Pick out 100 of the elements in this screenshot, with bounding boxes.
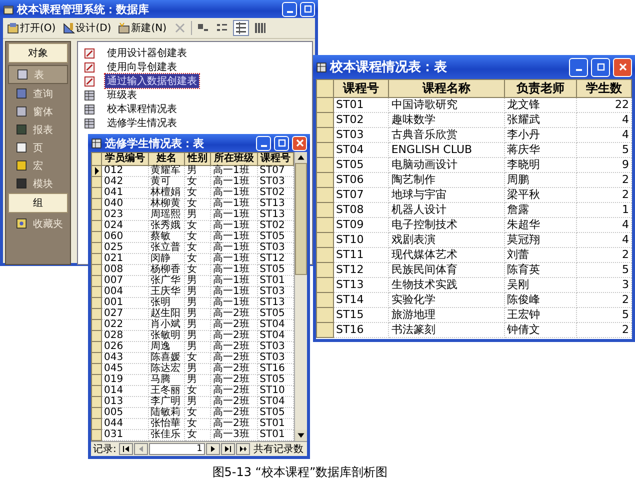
- table-cell: 林檀娟: [148, 188, 184, 198]
- maximize-button[interactable]: [591, 58, 610, 76]
- list-view-button[interactable]: [232, 20, 248, 36]
- select-all-button[interactable]: [316, 80, 334, 98]
- close-button[interactable]: [292, 136, 307, 150]
- table-cell: 男: [184, 342, 210, 352]
- table-cell: 019: [102, 374, 148, 386]
- table-cell: 001: [102, 298, 148, 308]
- table-cell: 男: [184, 374, 210, 386]
- table-cell: 李小丹: [504, 128, 576, 142]
- table-list-item[interactable]: 校本课程情况表: [84, 102, 306, 116]
- maximize-button[interactable]: [274, 136, 289, 150]
- table-cell: 高一2班: [210, 374, 258, 386]
- table-cell: ST15: [334, 308, 389, 322]
- previous-record-icon: [137, 445, 146, 453]
- table-list-item[interactable]: 通过输入数据创建表: [84, 74, 306, 88]
- table-cell: 戏剧表演: [388, 232, 505, 248]
- table-cell: ST06: [334, 172, 389, 188]
- column-header[interactable]: 负责老师: [504, 80, 576, 98]
- table-cell: 周逸: [148, 342, 184, 352]
- scroll-down-icon[interactable]: [295, 430, 307, 441]
- scrollbar[interactable]: [294, 152, 307, 441]
- table-cell: ST01: [334, 98, 389, 112]
- column-header[interactable]: 学员编号: [102, 152, 148, 166]
- objects-header[interactable]: 对象: [8, 43, 68, 63]
- details-view-icon: [254, 22, 266, 34]
- column-header[interactable]: 课程名称: [388, 80, 505, 98]
- groups-header[interactable]: 组: [8, 193, 68, 213]
- table-cell: 实验化学: [388, 292, 505, 308]
- table-cell: 女: [184, 408, 210, 418]
- table-cell: 高一2班: [210, 330, 258, 342]
- window-title: 选修学生情况表：表: [105, 136, 204, 150]
- table-cell: 男: [184, 330, 210, 342]
- table-cell: 高一2班: [210, 352, 258, 364]
- table-cell: 5: [576, 142, 632, 158]
- table-cell: 高一1班: [210, 298, 258, 308]
- new-button[interactable]: 新建(N): [116, 21, 168, 35]
- column-header[interactable]: 课程号: [257, 152, 294, 166]
- table-cell: 陈育英: [504, 262, 576, 278]
- table-cell: 004: [102, 286, 148, 298]
- scroll-up-icon[interactable]: [295, 152, 307, 163]
- minimize-button[interactable]: [282, 2, 297, 16]
- maximize-button[interactable]: [300, 2, 315, 16]
- table-cell: 4: [576, 232, 632, 248]
- column-header[interactable]: 姓名: [148, 152, 184, 166]
- table-cell: 闵静: [148, 254, 184, 264]
- new-icon: [118, 22, 130, 34]
- table-icon: [84, 104, 95, 114]
- close-button[interactable]: [613, 58, 632, 76]
- table-cell: 男: [184, 308, 210, 320]
- record-number-field[interactable]: 1: [149, 443, 206, 455]
- column-header[interactable]: 性别: [184, 152, 210, 166]
- maximize-icon: [276, 138, 286, 148]
- next-record-icon: [209, 445, 218, 453]
- wizard-icon: [84, 62, 95, 72]
- row-selector[interactable]: [92, 166, 102, 176]
- table-cell: 机器人设计: [388, 202, 505, 218]
- table-list-item[interactable]: 班级表: [84, 88, 306, 102]
- table-cell: 高一1班: [210, 286, 258, 298]
- column-header[interactable]: 学生数: [576, 80, 632, 98]
- database-icon: [3, 4, 14, 14]
- table-cell: 古典音乐欣赏: [388, 128, 505, 142]
- table-cell: 4: [576, 112, 632, 128]
- table-cell: 高一2班: [210, 320, 258, 330]
- column-header[interactable]: 所在班级: [210, 152, 258, 166]
- column-header[interactable]: 课程号: [334, 80, 389, 98]
- design-icon: [62, 22, 75, 34]
- table-cell: 女: [184, 176, 210, 188]
- table-cell: 中国诗歌研究: [388, 98, 505, 112]
- design-button[interactable]: 设计(D): [60, 21, 114, 35]
- table-cell: 女: [184, 352, 210, 364]
- table-list-item[interactable]: 使用设计器创建表: [84, 46, 306, 60]
- wizard-icon: [84, 48, 95, 58]
- table-cell: 高一1班: [210, 166, 258, 176]
- table-cell: 高一1班: [210, 176, 258, 188]
- new-record-button[interactable]: [236, 443, 250, 455]
- table-cell: 013: [102, 396, 148, 408]
- first-record-button[interactable]: [119, 443, 134, 455]
- last-record-button[interactable]: [221, 443, 236, 455]
- table-cell: 2: [576, 172, 632, 188]
- table-cell: 高一1班: [210, 254, 258, 264]
- table-cell: 蔡敏: [148, 232, 184, 242]
- table-cell: 022: [102, 320, 148, 330]
- open-button[interactable]: 打开(O): [5, 21, 58, 35]
- table-cell: 2: [576, 188, 632, 202]
- minimize-button[interactable]: [569, 58, 588, 76]
- table-cell: 014: [102, 386, 148, 396]
- table-cell: 2: [576, 248, 632, 262]
- next-record-button[interactable]: [206, 443, 220, 455]
- table-cell: 钟倩文: [504, 322, 576, 338]
- table-cell: 060: [102, 232, 148, 242]
- small-view-icon: [216, 22, 228, 34]
- table-list-item[interactable]: 使用向导创建表: [84, 60, 306, 74]
- first-record-icon: [122, 445, 130, 453]
- form-icon: [16, 106, 27, 117]
- table-cell: 男: [184, 276, 210, 286]
- minimize-button[interactable]: [256, 136, 271, 150]
- table-list-item[interactable]: 选修学生情况表: [84, 116, 306, 130]
- table-cell: 5: [576, 262, 632, 278]
- table-cell: 陈喜媛: [148, 352, 184, 364]
